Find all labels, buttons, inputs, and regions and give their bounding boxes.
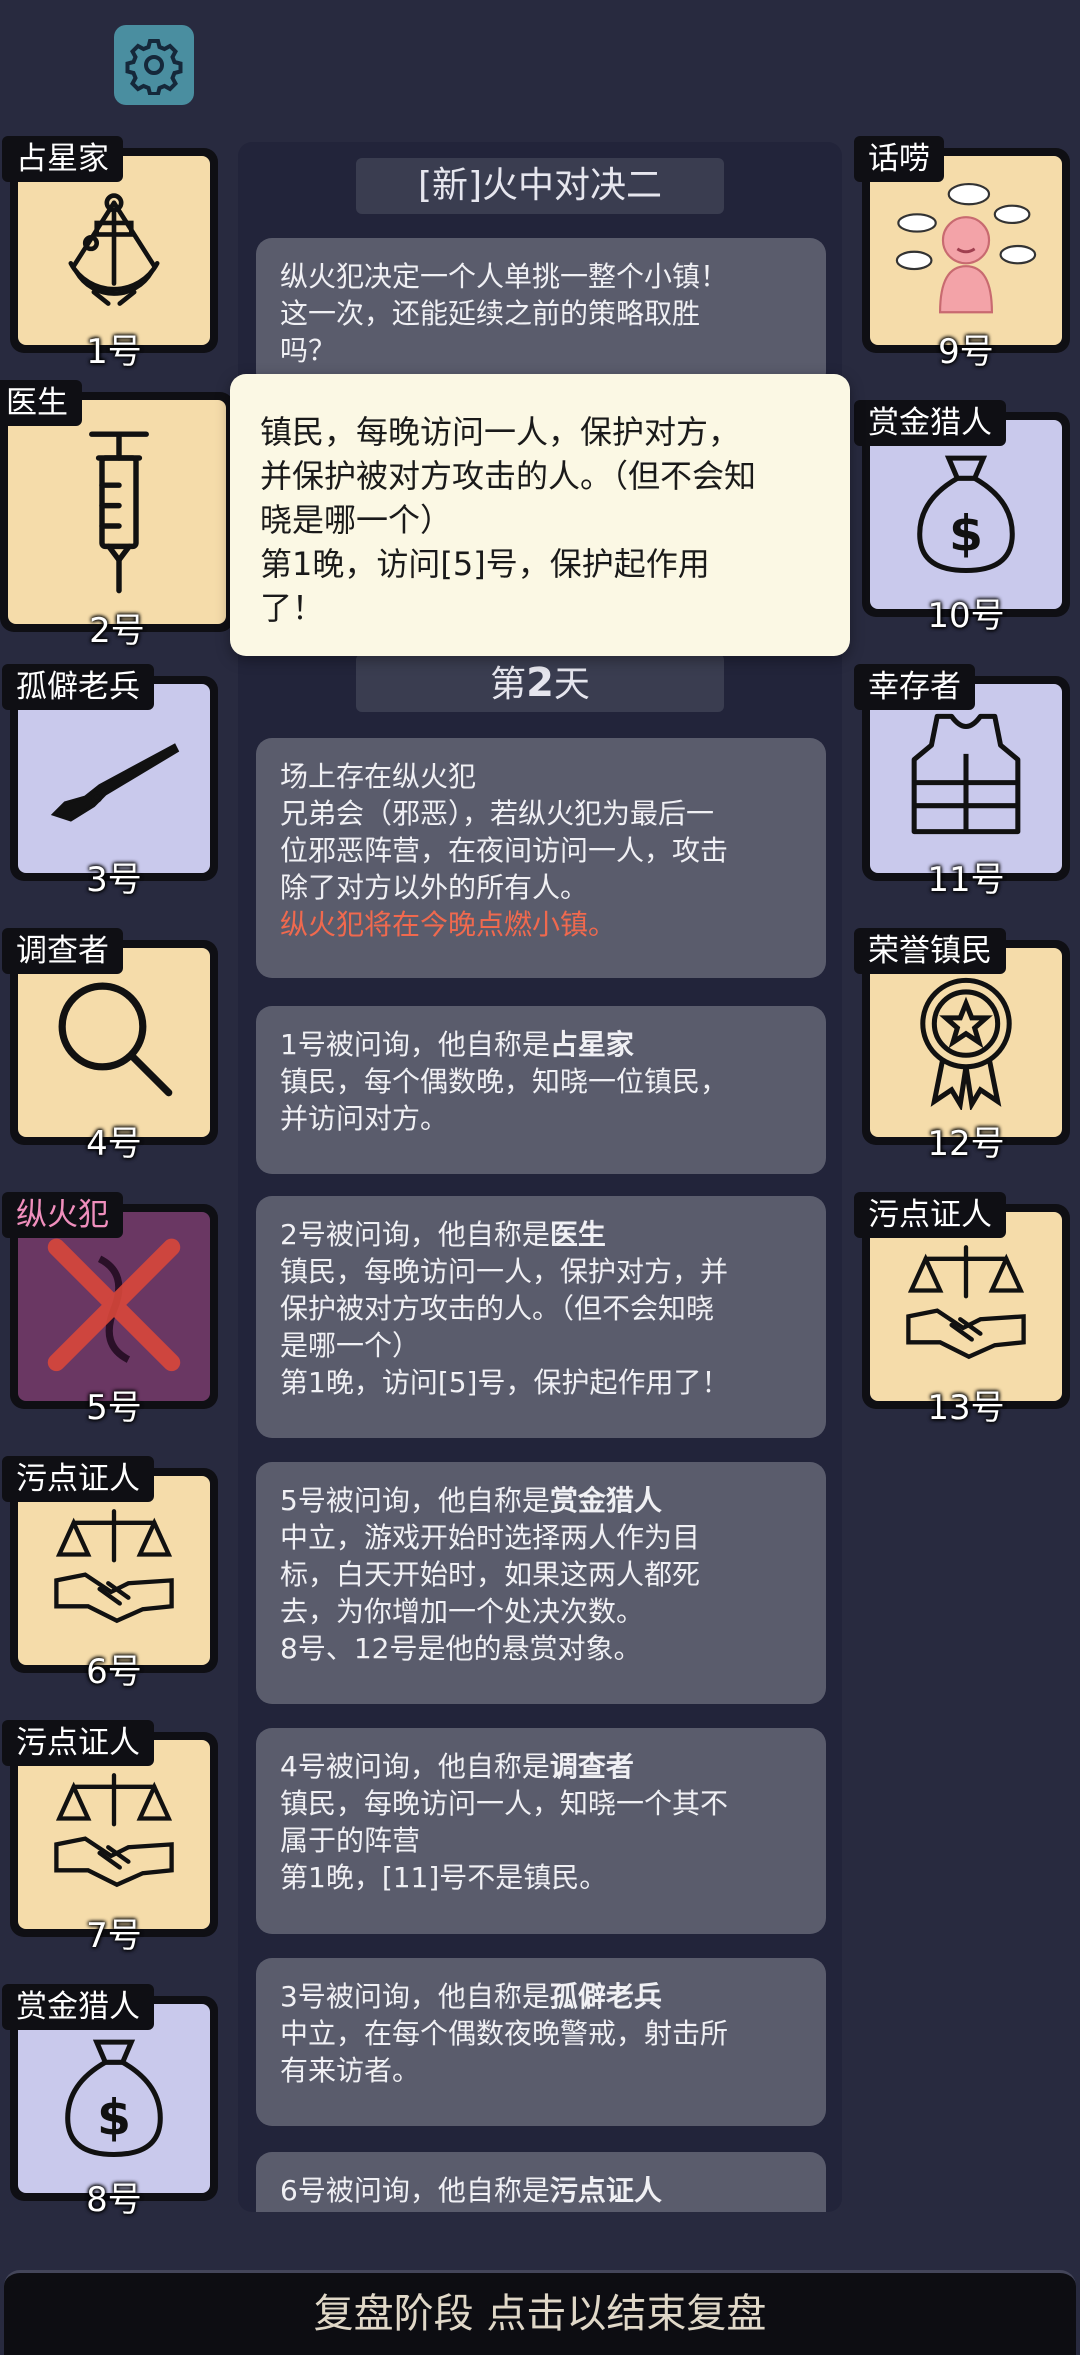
player-number: 10号 bbox=[927, 596, 1005, 636]
scales-handshake-icon bbox=[906, 1245, 1026, 1360]
player-number: 8号 bbox=[86, 2180, 142, 2220]
role-label: 占星家 bbox=[2, 136, 123, 182]
role-label: 纵火犯 bbox=[2, 1192, 123, 1238]
player-card-11[interactable]: 幸存者 11号 bbox=[854, 664, 1070, 900]
vest-icon bbox=[911, 713, 1021, 835]
intro-message: 纵火犯决定一个人单挑一整个小镇！ 这一次，还能延续之前的策略取胜 吗？ bbox=[256, 238, 826, 388]
end-review-button[interactable]: 复盘阶段 点击以结束复盘 bbox=[4, 2270, 1076, 2355]
role-label: 污点证人 bbox=[2, 1720, 154, 1766]
role-label: 调查者 bbox=[2, 928, 123, 974]
role-label: 赏金猎人 bbox=[854, 400, 1006, 446]
player-number: 3号 bbox=[86, 860, 142, 900]
role-label: 幸存者 bbox=[854, 664, 975, 710]
log-message: 1号被问询，他自称是占星家 镇民，每个偶数晚，知晓一位镇民， 并访问对方。 bbox=[256, 1006, 826, 1174]
medal-icon bbox=[920, 977, 1012, 1110]
settings-button[interactable] bbox=[114, 25, 194, 105]
player-number: 13号 bbox=[927, 1388, 1005, 1428]
rifle-icon bbox=[50, 743, 180, 822]
magnifier-icon bbox=[58, 982, 173, 1097]
player-card-3[interactable]: 孤僻老兵 3号 bbox=[2, 664, 218, 900]
log-message: 4号被问询，他自称是调查者 镇民，每晚访问一人，知晓一个其不 属于的阵营 第1晚… bbox=[256, 1728, 826, 1934]
player-number: 6号 bbox=[86, 1652, 142, 1692]
scales-handshake-icon bbox=[54, 1509, 174, 1624]
player-card-1[interactable]: 占星家 1号 bbox=[2, 136, 218, 372]
role-label: 孤僻老兵 bbox=[2, 664, 154, 710]
log-message: 6号被问询，他自称是污点证人 bbox=[256, 2152, 826, 2212]
player-card-13[interactable]: 污点证人 13号 bbox=[854, 1192, 1070, 1428]
scales-handshake-icon bbox=[54, 1773, 174, 1888]
money-bag-icon: $ bbox=[65, 2039, 163, 2158]
player-number: 9号 bbox=[938, 332, 994, 372]
log-message: 5号被问询，他自称是赏金猎人 中立，游戏开始时选择两人作为目 标，白天开始时，如… bbox=[256, 1462, 826, 1704]
player-number: 12号 bbox=[927, 1124, 1005, 1164]
player-number: 5号 bbox=[86, 1388, 142, 1428]
game-title: [新]火中对决二 bbox=[356, 158, 724, 214]
log-message: 3号被问询，他自称是孤僻老兵 中立，在每个偶数夜晚警戒，射击所 有来访者。 bbox=[256, 1958, 826, 2126]
player-card-6[interactable]: 污点证人 6号 bbox=[2, 1456, 218, 1692]
role-label: 污点证人 bbox=[854, 1192, 1006, 1238]
day-header: 第2天 bbox=[356, 654, 724, 712]
player-card-7[interactable]: 污点证人 7号 bbox=[2, 1720, 218, 1956]
player-number: 1号 bbox=[86, 332, 142, 372]
player-number: 4号 bbox=[86, 1124, 142, 1164]
role-label: 话唠 bbox=[854, 136, 944, 182]
role-label: 荣誉镇民 bbox=[854, 928, 1006, 974]
player-card-10[interactable]: 赏金猎人 $ 10号 bbox=[854, 400, 1070, 636]
player-card-12[interactable]: 荣誉镇民 12号 bbox=[854, 928, 1070, 1164]
player-number: 7号 bbox=[86, 1916, 142, 1956]
syringe-icon bbox=[89, 431, 149, 594]
log-message: 场上存在纵火犯 兄弟会（邪恶），若纵火犯为最后一 位邪恶阵营，在夜间访问一人，攻… bbox=[256, 738, 826, 978]
role-label: 污点证人 bbox=[2, 1456, 154, 1502]
player-card-4[interactable]: 调查者 4号 bbox=[2, 928, 218, 1164]
svg-text:$: $ bbox=[97, 2089, 131, 2146]
gear-icon bbox=[125, 39, 183, 95]
log-message: 2号被问询，他自称是医生 镇民，每晚访问一人，保护对方，并 保护被对方攻击的人。… bbox=[256, 1196, 826, 1438]
money-bag-icon: $ bbox=[917, 455, 1015, 574]
player-card-2[interactable]: 医生 2号 bbox=[0, 380, 234, 651]
role-tooltip: 镇民，每晚访问一人，保护对方， 并保护被对方攻击的人。（但不会知 晓是哪一个） … bbox=[230, 374, 850, 656]
player-card-9[interactable]: 话唠 9号 bbox=[854, 136, 1070, 372]
player-number: 11号 bbox=[927, 860, 1005, 900]
burned-dead-icon bbox=[47, 1238, 181, 1372]
role-label: 医生 bbox=[0, 380, 82, 426]
sextant-icon bbox=[68, 193, 160, 306]
player-card-8[interactable]: 赏金猎人 $ 8号 bbox=[2, 1984, 218, 2220]
chatter-icon bbox=[895, 183, 1037, 314]
role-label: 赏金猎人 bbox=[2, 1984, 154, 2030]
player-card-5[interactable]: 纵火犯 5号 bbox=[2, 1192, 218, 1428]
player-number: 2号 bbox=[89, 611, 145, 651]
svg-text:$: $ bbox=[949, 505, 983, 562]
